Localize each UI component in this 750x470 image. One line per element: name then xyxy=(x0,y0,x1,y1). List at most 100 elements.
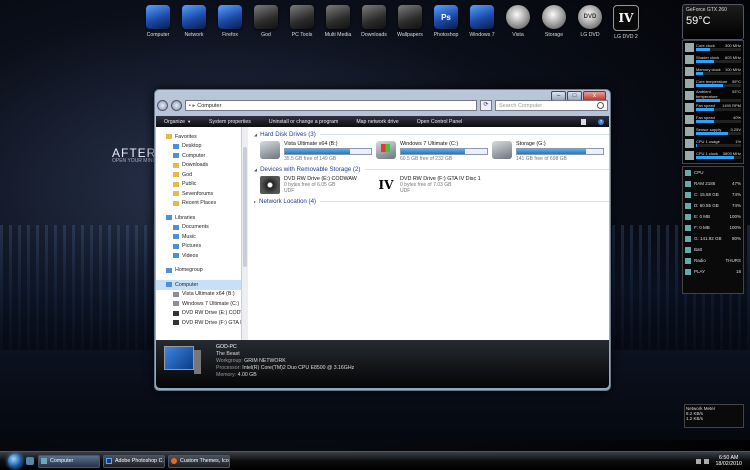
nav-item-windows-7-ultimate-c-[interactable]: Windows 7 Ultimate (C:) xyxy=(156,299,241,309)
gpu-stat-thumbnail-icon xyxy=(685,138,694,148)
dock-item-windows-7[interactable]: Windows 7 xyxy=(464,0,500,48)
hard-drive-tile[interactable]: Vista Ultimate x64 (B:) 35.5 GB free of 1… xyxy=(260,141,372,162)
clock[interactable]: 6:50 AM 18/02/2010 xyxy=(715,455,742,467)
nav-item-computer[interactable]: Computer xyxy=(156,280,241,290)
dock-label: Network xyxy=(184,32,204,38)
dock-item-photoshop[interactable]: Ps Photoshop xyxy=(428,0,464,48)
processor-value: Intel(R) Core(TM)2 Duo CPU E8500 @ 3.16G… xyxy=(242,365,355,371)
dock-item-pc-tools[interactable]: PC Tools xyxy=(284,0,320,48)
gpu-stat-row: Core clock 300 MHz xyxy=(683,41,743,53)
network-meter-gadget[interactable]: Network Meter 8.2 KB/s 1.2 KB/s xyxy=(684,404,744,428)
nav-item-computer[interactable]: Computer xyxy=(156,151,241,161)
nav-item-vista-ultimate-x64-b-[interactable]: Vista Ultimate x64 (B:) xyxy=(156,290,241,300)
gpu-stat-thumbnail-icon xyxy=(685,90,694,100)
start-orb-icon[interactable] xyxy=(8,454,22,468)
nav-item-recent-places[interactable]: Recent Places xyxy=(156,199,241,209)
dock-label: LG DVD 2 xyxy=(614,34,638,40)
drive-usage-bar xyxy=(400,148,488,155)
nav-scrollbar[interactable] xyxy=(241,127,248,340)
removable-drive-tile[interactable]: DVD RW Drive (E:) CODWAW 0 bytes free of … xyxy=(260,176,372,194)
nav-item-homegroup[interactable]: Homegroup xyxy=(156,266,241,276)
nav-item-dvd-rw-drive-e-codwaw[interactable]: DVD RW Drive (E:) CODWAW xyxy=(156,309,241,319)
nav-item-libraries[interactable]: Libraries xyxy=(156,213,241,223)
help-icon[interactable]: ? xyxy=(598,118,604,125)
nav-item-label: DVD RW Drive (F:) GTA IV xyxy=(182,319,242,326)
nav-item-pictures[interactable]: Pictures xyxy=(156,242,241,252)
change-view-icon[interactable] xyxy=(581,118,586,125)
back-button[interactable] xyxy=(157,100,168,111)
taskbar-button-computer[interactable]: Computer xyxy=(38,454,100,468)
taskbar-button-adobe-photoshop-c-[interactable]: Adobe Photoshop C... xyxy=(103,454,165,468)
system-monitor-gadget[interactable]: CPU RAM 2185 47% C: 15.58 GB 74% D: 60.55 GB 7… xyxy=(682,166,744,294)
refresh-button[interactable]: ⟳ xyxy=(480,100,492,111)
gpu-stat-row: CPU 1 usage 1% xyxy=(683,137,743,149)
gpu-stat-label: Ambient temperature xyxy=(696,88,718,99)
taskbar-button-custom-themes-ico-[interactable]: Custom Themes, Ico... xyxy=(168,454,230,468)
dock-item-storage[interactable]: Storage xyxy=(536,0,572,48)
gpu-stat-bar xyxy=(696,156,741,159)
dock-item-vista[interactable]: Vista xyxy=(500,0,536,48)
group-network-location[interactable]: ▸ Network Location (4) xyxy=(254,198,609,205)
nav-item-videos[interactable]: Videos xyxy=(156,251,241,261)
gpu-stat-bar xyxy=(696,132,741,135)
removable-drive-tile[interactable]: IV DVD RW Drive (F:) GTA IV Disc 10 bytes… xyxy=(376,176,488,194)
system-monitor-icon xyxy=(685,235,691,242)
videos-icon xyxy=(173,253,179,259)
dock-item-network[interactable]: Network xyxy=(176,0,212,48)
dock-item-computer[interactable]: Computer xyxy=(140,0,176,48)
nav-item-music[interactable]: Music xyxy=(156,232,241,242)
nav-item-downloads[interactable]: Downloads xyxy=(156,161,241,171)
system-monitor-value: 18 xyxy=(735,269,741,274)
group-divider xyxy=(319,134,609,135)
dock-item-lg-dvd-2[interactable]: IV LG DVD 2 xyxy=(608,0,644,48)
collapse-triangle-icon: ◢ xyxy=(254,132,258,137)
computer-icon xyxy=(166,282,172,288)
command-system-properties[interactable]: System properties xyxy=(200,119,260,125)
star-icon xyxy=(166,134,172,140)
group-hard-disk-drives[interactable]: ◢ Hard Disk Drives (3) xyxy=(254,131,609,138)
dock-item-lg-dvd[interactable]: DVD LG DVD xyxy=(572,0,608,48)
command-open-control-panel[interactable]: Open Control Panel xyxy=(408,119,472,125)
nav-item-dvd-rw-drive-f-gta-iv[interactable]: DVD RW Drive (F:) GTA IV xyxy=(156,318,241,328)
dock-item-wallpapers[interactable]: Wallpapers xyxy=(392,0,428,48)
nav-item-favorites[interactable]: Favorites xyxy=(156,132,241,142)
nav-scroll-thumb[interactable] xyxy=(243,147,247,267)
explorer-window[interactable]: – □ x ▪ ▸ Computer ⟳ Search Computer Org… xyxy=(154,89,611,391)
nav-item-label: Computer xyxy=(175,281,199,288)
forward-button[interactable] xyxy=(171,100,182,111)
command-uninstall-or-change-a-program[interactable]: Uninstall or change a program xyxy=(260,119,348,125)
address-bar[interactable]: ▪ ▸ Computer xyxy=(185,100,477,111)
gpu-temp-gadget[interactable]: GeForce GTX 260 59°C xyxy=(682,4,744,40)
dock-item-firefox[interactable]: Firefox xyxy=(212,0,248,48)
nav-item-desktop[interactable]: Desktop xyxy=(156,142,241,152)
hard-drive-tile[interactable]: Windows 7 Ultimate (C:) 60.5 GB free of 2… xyxy=(376,141,488,162)
lg-dvd-icon: DVD xyxy=(578,5,602,29)
gpu-stats-gadget[interactable]: Core clock 300 MHz Shader clock 603 MHz Memo… xyxy=(682,40,744,164)
system-monitor-value: 74% xyxy=(731,192,741,197)
volume-tray-icon[interactable] xyxy=(704,458,710,464)
multimedia-icon xyxy=(326,5,350,29)
hard-drive-tile[interactable]: Storage (G:) 141 GB free of 698 GB xyxy=(492,141,604,162)
dock-label: LG DVD xyxy=(580,32,600,38)
network-tray-icon[interactable] xyxy=(696,458,702,464)
dock-item-downloads[interactable]: Downloads xyxy=(356,0,392,48)
system-monitor-row: Batt xyxy=(683,244,743,255)
details-text: GOD-PC The Beast Workgroup: GRIM NETWORK… xyxy=(216,344,354,379)
dock-item-god[interactable]: God xyxy=(248,0,284,48)
nav-item-sevenforums[interactable]: Sevenforums xyxy=(156,189,241,199)
command-map-network-drive[interactable]: Map network drive xyxy=(347,119,407,125)
command-organize[interactable]: Organize ▼ xyxy=(156,119,200,125)
nav-item-public[interactable]: Public xyxy=(156,180,241,190)
gpu-stat-bar xyxy=(696,48,741,51)
system-monitor-value: 100% xyxy=(729,225,741,230)
system-monitor-value: THURS xyxy=(725,258,742,263)
dropdown-caret-icon: ▼ xyxy=(187,118,192,124)
search-input[interactable]: Search Computer xyxy=(495,100,608,111)
nav-item-god[interactable]: God xyxy=(156,170,241,180)
dock-label: God xyxy=(261,32,271,38)
nav-item-documents[interactable]: Documents xyxy=(156,223,241,233)
show-desktop-icon[interactable] xyxy=(26,457,34,465)
group-removable-storage[interactable]: ◢ Devices with Removable Storage (2) xyxy=(254,166,609,173)
dock-label: PC Tools xyxy=(291,32,313,38)
dock-item-multi-media[interactable]: Multi Media xyxy=(320,0,356,48)
